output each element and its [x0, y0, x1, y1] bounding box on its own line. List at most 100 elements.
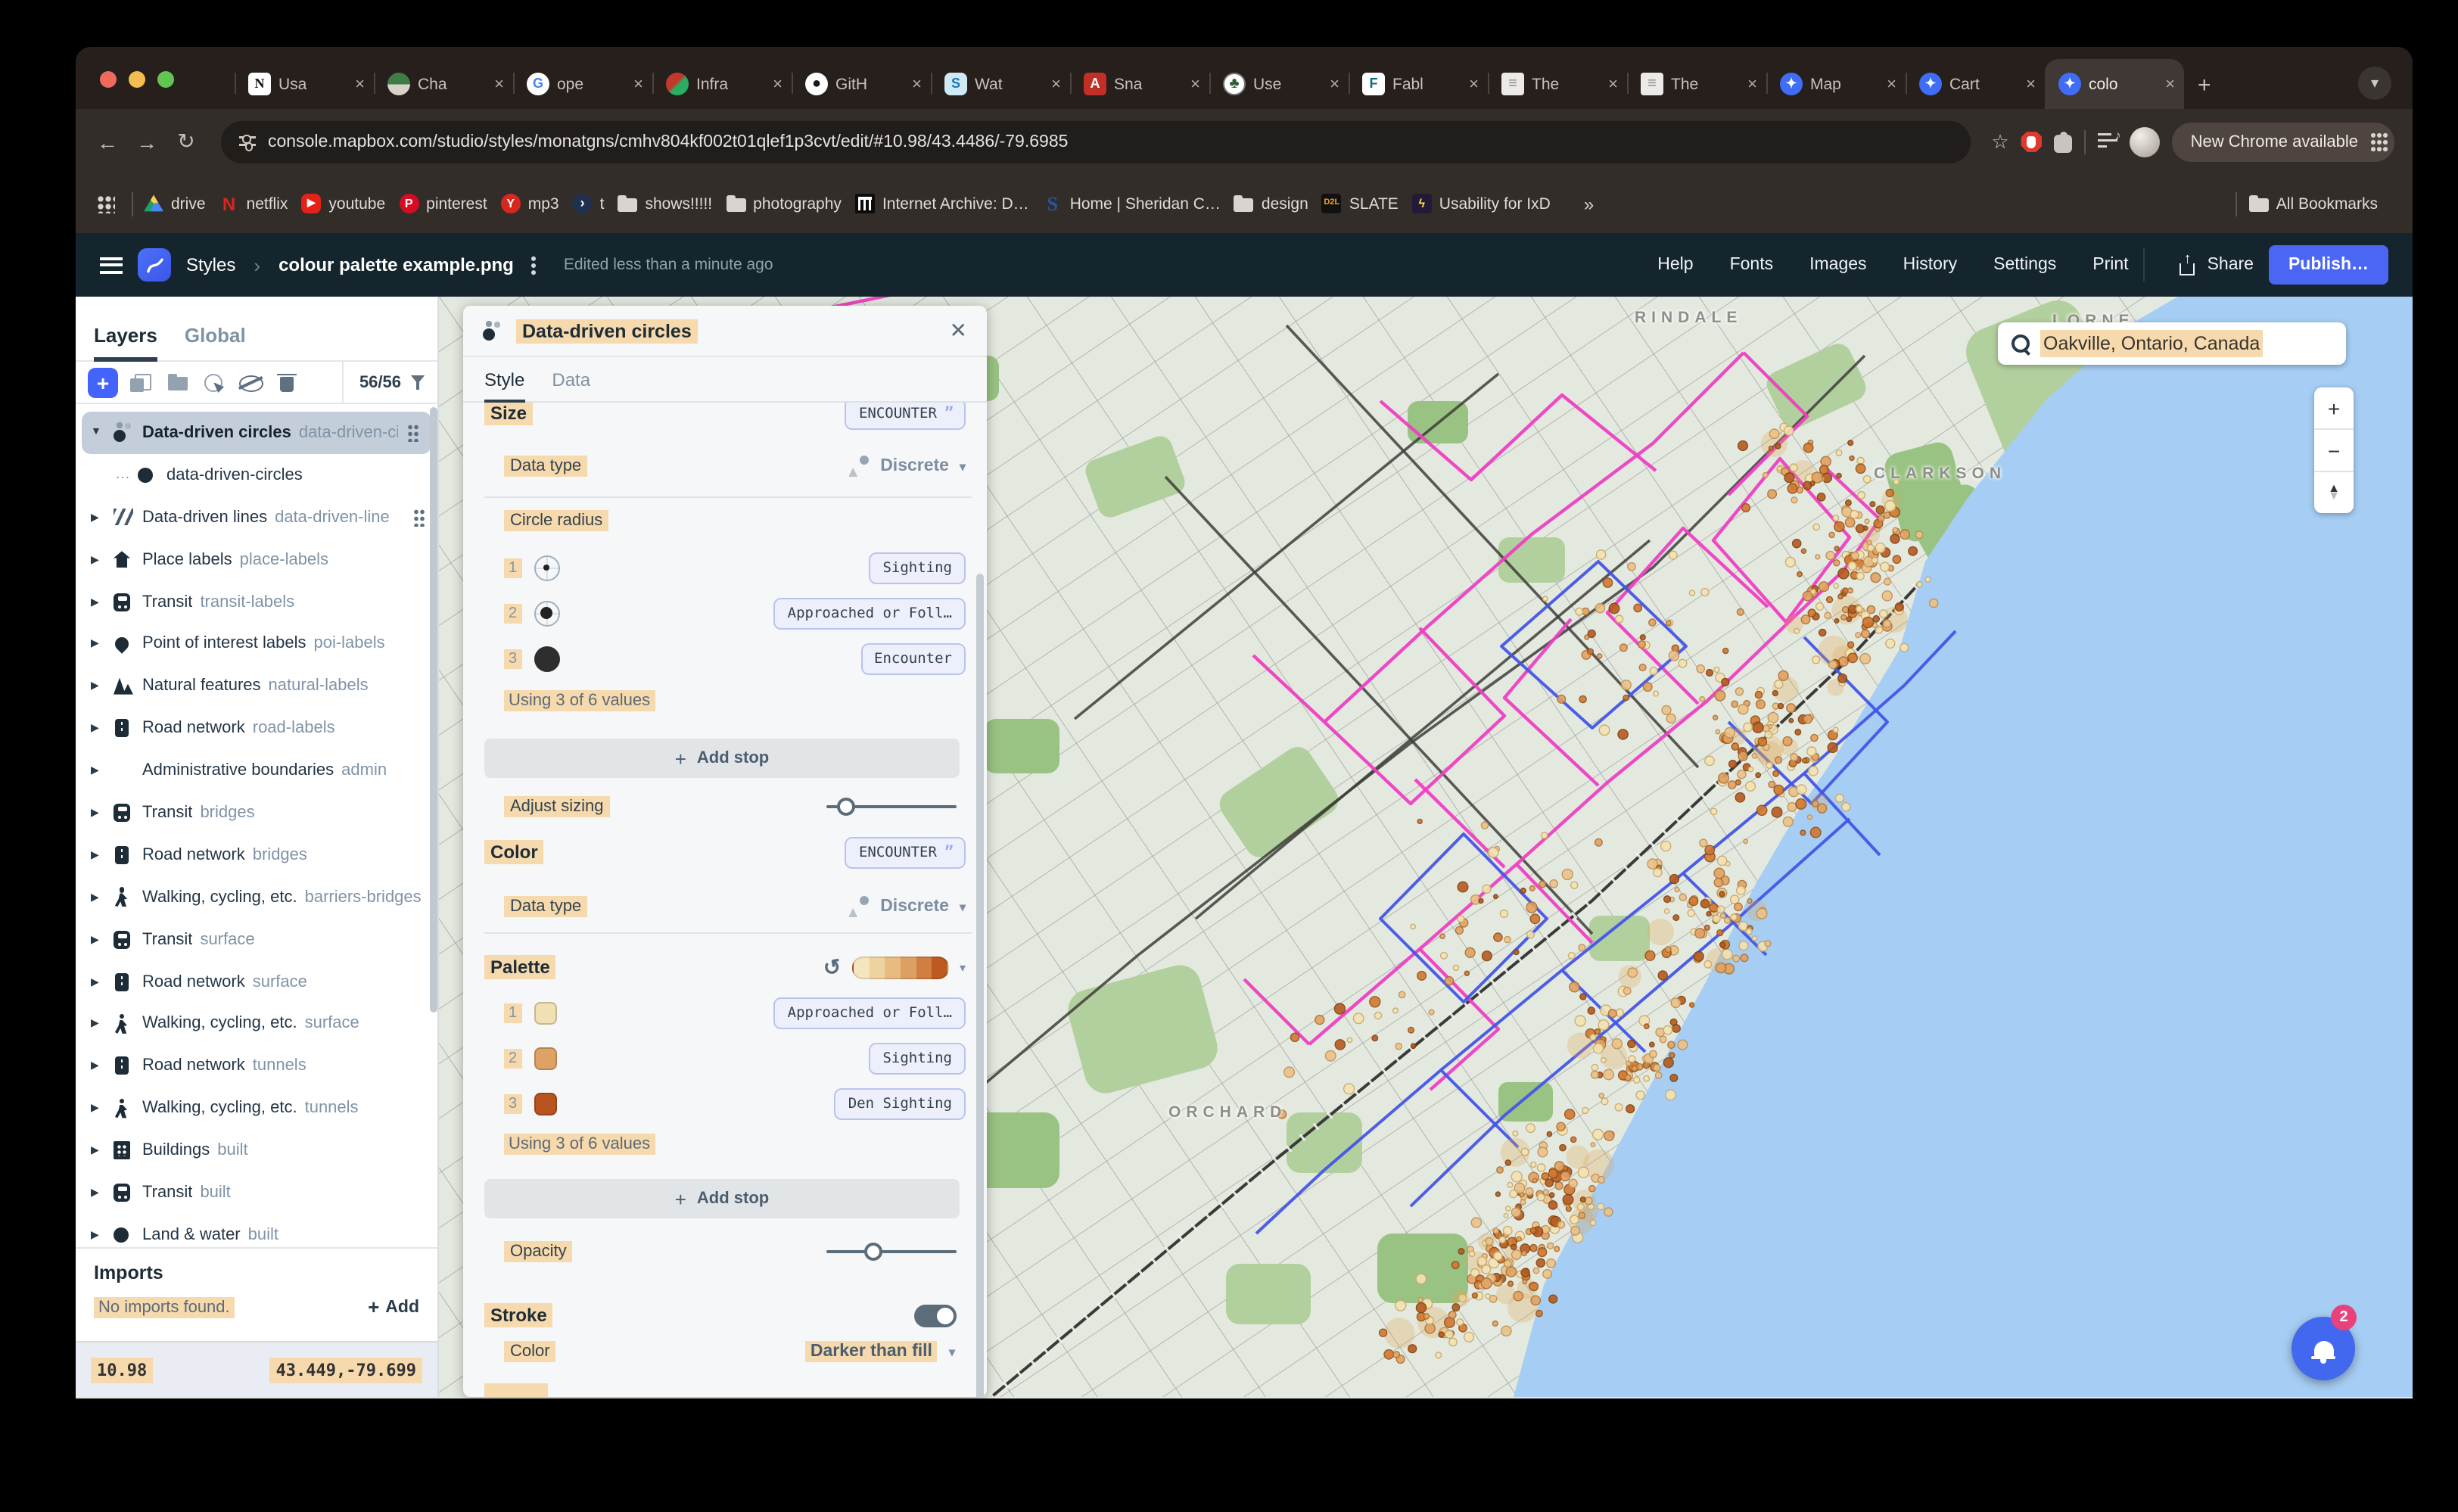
- reload-icon[interactable]: ↻: [173, 129, 200, 154]
- expander-icon[interactable]: ▶: [91, 764, 114, 776]
- stop-value-button[interactable]: Den Sighting: [835, 1087, 966, 1119]
- map-search-box[interactable]: Oakville, Ontario, Canada: [1998, 322, 2346, 365]
- layer-row[interactable]: ▶ Road network surface: [76, 960, 437, 1003]
- expander-icon[interactable]: ▶: [91, 807, 114, 819]
- layer-row[interactable]: ▶ Point of interest labels poi-labels: [76, 623, 437, 665]
- adjust-sizing-slider[interactable]: [826, 798, 957, 816]
- stop-value-button[interactable]: Approached or Foll…: [774, 997, 966, 1028]
- layer-row[interactable]: ▶ Buildings built: [76, 1129, 437, 1171]
- chrome-update-chip[interactable]: New Chrome available: [2173, 122, 2394, 161]
- close-window-icon[interactable]: [100, 71, 117, 88]
- layer-row[interactable]: ▶ Road network bridges: [76, 834, 437, 876]
- zoom-in-button[interactable]: +: [2314, 387, 2354, 430]
- minimize-window-icon[interactable]: [129, 71, 145, 88]
- url-text[interactable]: console.mapbox.com/studio/styles/monatgn…: [268, 132, 1068, 151]
- expander-icon[interactable]: ▶: [91, 553, 114, 565]
- bookmark-item[interactable]: S Home | Sheridan C…: [1043, 194, 1221, 213]
- size-field-button[interactable]: ENCOUNTER”: [845, 403, 966, 429]
- layer-row[interactable]: ▶ Transit built: [76, 1171, 437, 1214]
- new-tab-button[interactable]: +: [2198, 73, 2211, 98]
- zoom-out-button[interactable]: −: [2314, 430, 2354, 472]
- chevron-down-icon[interactable]: ▾: [960, 960, 966, 974]
- bookmark-item[interactable]: shows!!!!!: [618, 194, 712, 213]
- expander-icon[interactable]: ▶: [91, 638, 114, 650]
- site-settings-icon[interactable]: [239, 135, 256, 148]
- tab-close-icon[interactable]: ×: [1330, 75, 1339, 93]
- all-bookmarks[interactable]: All Bookmarks: [2249, 194, 2378, 213]
- browser-tab[interactable]: S Wat ×: [931, 59, 1070, 109]
- tab-close-icon[interactable]: ×: [773, 75, 783, 93]
- expander-icon[interactable]: ▶: [91, 891, 114, 903]
- expander-icon[interactable]: ▶: [91, 680, 114, 692]
- bookmark-star-icon[interactable]: ☆: [1991, 129, 2008, 154]
- color-add-stop-button[interactable]: +Add stop: [484, 1179, 960, 1218]
- back-icon[interactable]: ←: [94, 129, 121, 154]
- tab-close-icon[interactable]: ×: [355, 75, 365, 93]
- layer-row[interactable]: ▶ Walking, cycling, etc. barriers-bridge…: [76, 876, 437, 919]
- layer-row[interactable]: ▼ Data-driven circles data-driven-ci: [82, 412, 431, 454]
- bookmark-item[interactable]: photography: [726, 194, 842, 213]
- stop-value-button[interactable]: Approached or Foll…: [774, 597, 966, 629]
- layer-row[interactable]: ▶ Transit bridges: [76, 792, 437, 834]
- breadcrumb-styles[interactable]: Styles: [186, 254, 235, 275]
- studio-menu-item[interactable]: Settings: [1993, 256, 2056, 274]
- studio-menu-item[interactable]: History: [1903, 256, 1958, 274]
- bookmark-item[interactable]: › t: [573, 194, 605, 213]
- expander-icon[interactable]: ▶: [91, 975, 114, 988]
- mapbox-studio-logo[interactable]: [138, 248, 171, 282]
- apps-grid-icon[interactable]: [97, 194, 115, 213]
- profile-avatar[interactable]: [2130, 126, 2161, 157]
- expander-icon[interactable]: ▶: [91, 849, 114, 861]
- expander-icon[interactable]: ▶: [91, 1144, 114, 1156]
- data-type-select[interactable]: Discrete ▾: [848, 456, 966, 477]
- hamburger-menu-icon[interactable]: [100, 257, 123, 273]
- expander-icon[interactable]: ▶: [91, 1229, 114, 1241]
- expander-icon[interactable]: ▶: [91, 511, 114, 523]
- color-field-button[interactable]: ENCOUNTER”: [845, 836, 966, 868]
- tab-close-icon[interactable]: ×: [1190, 75, 1200, 93]
- expander-icon[interactable]: …: [115, 467, 138, 484]
- browser-tab[interactable]: ✦ colo ×: [2045, 59, 2184, 109]
- media-playlist-icon[interactable]: [2099, 133, 2118, 150]
- color-swatch[interactable]: [534, 1092, 556, 1115]
- tab-close-icon[interactable]: ×: [2165, 75, 2175, 93]
- slider-handle[interactable]: [837, 798, 855, 816]
- style-options-kebab-icon[interactable]: [532, 255, 537, 275]
- undo-icon[interactable]: ↺: [822, 953, 844, 982]
- add-layer-button[interactable]: +: [88, 367, 118, 397]
- panel-scrollbar[interactable]: [976, 574, 984, 1397]
- layer-row[interactable]: ▶ Road network tunnels: [76, 1045, 437, 1087]
- tab-close-icon[interactable]: ×: [1887, 75, 1896, 93]
- zoom-window-icon[interactable]: [157, 71, 174, 88]
- publish-button[interactable]: Publish…: [2269, 245, 2388, 285]
- layer-row[interactable]: ▶ Data-driven lines data-driven-line: [76, 496, 437, 539]
- delete-layer-icon[interactable]: [280, 377, 294, 392]
- stroke-toggle[interactable]: [914, 1304, 957, 1327]
- browser-menu-icon[interactable]: [2370, 132, 2388, 151]
- studio-menu-item[interactable]: Help: [1657, 256, 1693, 274]
- duplicate-layer-icon[interactable]: [135, 374, 151, 390]
- data-type-select[interactable]: Discrete ▾: [848, 896, 966, 917]
- tab-close-icon[interactable]: ×: [633, 75, 643, 93]
- layer-row[interactable]: … data-driven-circles: [76, 454, 437, 496]
- tab-close-icon[interactable]: ×: [912, 75, 922, 93]
- bookmarks-overflow-icon[interactable]: »: [1584, 193, 1594, 214]
- layer-row[interactable]: ▶ Land & water built: [76, 1214, 437, 1247]
- tab-close-icon[interactable]: ×: [1747, 75, 1757, 93]
- browser-tab[interactable]: Cha ×: [374, 59, 513, 109]
- tab-close-icon[interactable]: ×: [2026, 75, 2036, 93]
- layers-scrollbar[interactable]: [430, 407, 437, 1013]
- expander-icon[interactable]: ▶: [91, 933, 114, 945]
- tab-style[interactable]: Style: [484, 357, 524, 401]
- imports-add-button[interactable]: +Add: [368, 1296, 419, 1318]
- stop-value-button[interactable]: Sighting: [869, 1042, 966, 1074]
- stop-value-button[interactable]: Sighting: [869, 552, 966, 583]
- bookmark-item[interactable]: Internet Archive: D…: [855, 194, 1029, 213]
- browser-tab[interactable]: ≡ The ×: [1488, 59, 1627, 109]
- tab-layers[interactable]: Layers: [94, 324, 157, 360]
- bookmark-item[interactable]: D2L SLATE: [1322, 194, 1399, 213]
- share-button[interactable]: Share: [2144, 248, 2254, 282]
- expander-icon[interactable]: ▶: [91, 1102, 114, 1114]
- address-bar[interactable]: console.mapbox.com/studio/styles/monatgn…: [221, 120, 1970, 163]
- tab-search-chevron-icon[interactable]: ▾: [2358, 67, 2391, 100]
